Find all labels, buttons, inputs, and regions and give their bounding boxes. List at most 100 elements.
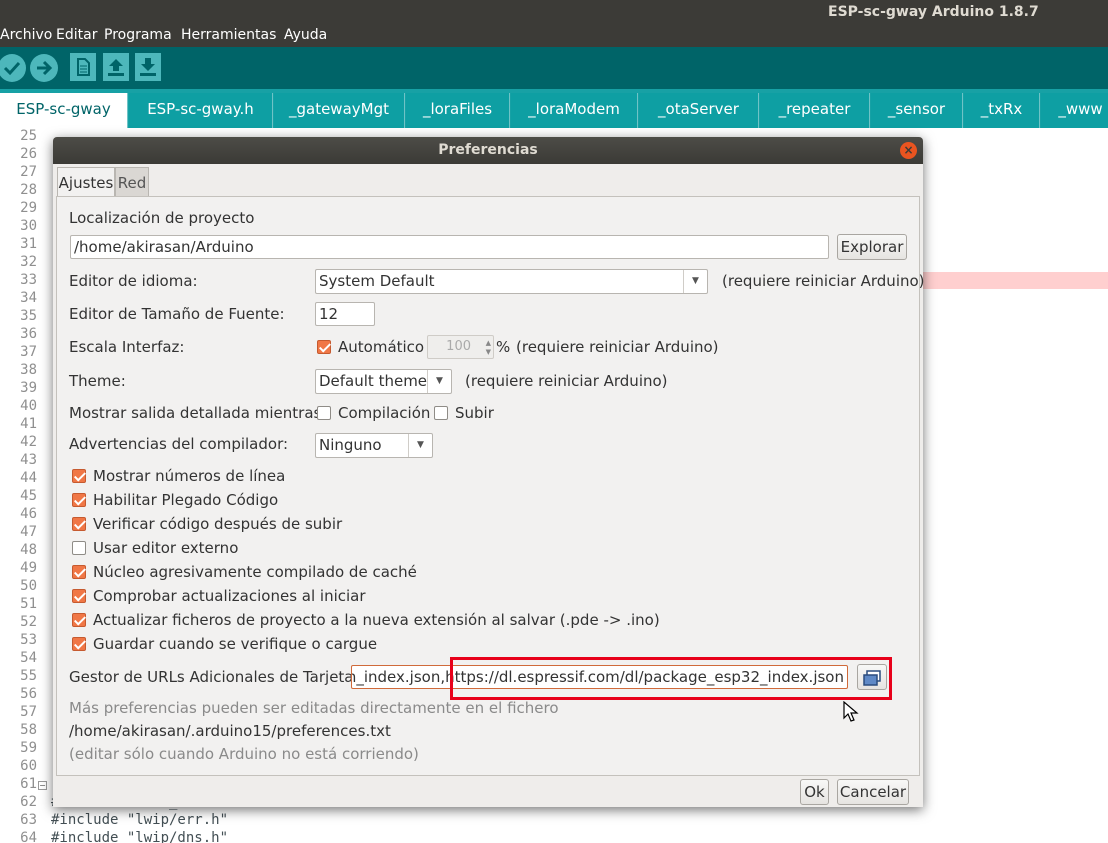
show-line-numbers-checkbox[interactable] — [72, 469, 86, 483]
code-line: #include "lwip/err.h" — [51, 812, 229, 828]
fold-toggle-icon[interactable]: − — [38, 781, 47, 790]
menu-ayuda[interactable]: Ayuda — [284, 27, 327, 43]
line-number: 54 — [20, 650, 37, 666]
tab-lora-files[interactable]: _loraFiles — [406, 93, 510, 128]
font-size-field[interactable]: 12 — [315, 302, 375, 326]
line-number: 58 — [20, 722, 37, 738]
sketchbook-path-field[interactable]: /home/akirasan/Arduino — [70, 235, 829, 259]
cache-core-label: Núcleo agresivamente compilado de caché — [93, 563, 417, 581]
tab-ota-server[interactable]: _otaServer — [639, 93, 759, 128]
line-number: 36 — [20, 326, 37, 342]
edit-note: (editar sólo cuando Arduino no está corr… — [69, 745, 419, 763]
menu-programa[interactable]: Programa — [104, 27, 172, 43]
font-size-label: Editor de Tamaño de Fuente: — [69, 305, 285, 323]
cache-core-checkbox[interactable] — [72, 565, 86, 579]
line-number: 40 — [20, 398, 37, 414]
tab-repeater[interactable]: _repeater — [760, 93, 870, 128]
line-number: 46 — [20, 506, 37, 522]
code-folding-checkbox[interactable] — [72, 493, 86, 507]
save-button[interactable] — [135, 53, 161, 81]
line-number: 50 — [20, 578, 37, 594]
tab-sensor[interactable]: _sensor — [871, 93, 963, 128]
tab-www[interactable]: _www — [1041, 93, 1108, 128]
upload-button[interactable] — [30, 54, 58, 82]
ok-button[interactable]: Ok — [800, 779, 829, 805]
preferences-dialog: Preferencias × Ajustes Red Localización … — [53, 137, 925, 807]
line-number: 62 — [20, 794, 37, 810]
window-title: ESP-sc-gway Arduino 1.8.7 — [828, 4, 1039, 20]
tab-txrx[interactable]: _txRx — [964, 93, 1040, 128]
line-number: 42 — [20, 434, 37, 450]
line-number: 47 — [20, 524, 37, 540]
chevron-down-icon: ▼ — [427, 370, 451, 393]
chevron-down-icon: ▼ — [408, 434, 432, 457]
language-restart-note: (requiere reiniciar Arduino) — [722, 272, 925, 290]
cancel-button[interactable]: Cancelar — [837, 779, 909, 805]
menu-editar[interactable]: Editar — [56, 27, 97, 43]
external-editor-label: Usar editor externo — [93, 539, 239, 557]
verify-after-upload-checkbox[interactable] — [72, 517, 86, 531]
verify-after-upload-label: Verificar código después de subir — [93, 515, 343, 533]
line-number: 55 — [20, 668, 37, 684]
tab-red[interactable]: Red — [115, 167, 149, 197]
menu-archivo[interactable]: Archivo — [0, 27, 52, 43]
check-updates-label: Comprobar actualizaciones al iniciar — [93, 587, 366, 605]
verbose-upload-checkbox[interactable] — [434, 406, 448, 420]
tab-lora-modem[interactable]: _loraModem — [511, 93, 638, 128]
theme-select[interactable]: Default theme ▼ — [315, 369, 452, 394]
verbose-compile-checkbox[interactable] — [317, 406, 331, 420]
line-number-gutter: 25 26 27 28 29 30 31 32 33 34 35 36 37 3… — [0, 128, 48, 843]
arduino-ide-window: ESP-sc-gway Arduino 1.8.7 Archivo Editar… — [0, 0, 1108, 843]
tab-gateway-mgt[interactable]: _gatewayMgt — [274, 93, 405, 128]
menu-herramientas[interactable]: Herramientas — [181, 27, 276, 43]
line-number: 39 — [20, 380, 37, 396]
line-number: 28 — [20, 182, 37, 198]
spin-up-icon[interactable]: ▲ — [481, 339, 491, 347]
line-number: 27 — [20, 164, 37, 180]
sketchbook-label: Localización de proyecto — [69, 209, 255, 227]
line-number: 63 — [20, 812, 37, 828]
language-select[interactable]: System Default ▼ — [315, 269, 708, 294]
dialog-titlebar[interactable]: Preferencias × — [53, 137, 923, 164]
line-number: 53 — [20, 632, 37, 648]
dialog-title: Preferencias — [438, 142, 538, 158]
line-number: 61 — [20, 776, 37, 792]
scale-restart-note: (requiere reiniciar Arduino) — [516, 338, 719, 356]
scale-auto-checkbox[interactable] — [317, 340, 331, 354]
verify-button[interactable] — [0, 54, 26, 82]
warnings-value: Ninguno — [319, 436, 382, 454]
spin-down-icon[interactable]: ▼ — [481, 348, 491, 356]
external-editor-checkbox[interactable] — [72, 541, 86, 555]
scale-label: Escala Interfaz: — [69, 338, 185, 356]
check-updates-checkbox[interactable] — [72, 589, 86, 603]
save-on-verify-label: Guardar cuando se verifique o cargue — [93, 635, 378, 653]
theme-restart-note: (requiere reiniciar Arduino) — [465, 372, 668, 390]
error-line-highlight — [920, 272, 1108, 289]
language-value: System Default — [319, 272, 435, 290]
mouse-cursor-icon — [843, 701, 859, 722]
tab-esp-sc-gway-h[interactable]: ESP-sc-gway.h — [129, 93, 273, 128]
browse-button[interactable]: Explorar — [837, 234, 907, 260]
code-folding-label: Habilitar Plegado Código — [93, 491, 279, 509]
scale-spinner[interactable]: 100 ▲ ▼ — [427, 335, 494, 359]
line-number: 43 — [20, 452, 37, 468]
verbose-label: Mostrar salida detallada mientras: — [69, 404, 327, 422]
verbose-compile-label: Compilación — [338, 404, 431, 422]
save-on-verify-checkbox[interactable] — [72, 637, 86, 651]
line-number: 31 — [20, 236, 37, 252]
theme-label: Theme: — [69, 372, 126, 390]
line-number: 26 — [20, 146, 37, 162]
open-button[interactable] — [103, 53, 129, 81]
window-titlebar: ESP-sc-gway Arduino 1.8.7 — [0, 0, 1108, 26]
line-number: 32 — [20, 254, 37, 270]
new-button[interactable] — [70, 53, 96, 81]
update-extension-checkbox[interactable] — [72, 613, 86, 627]
close-icon[interactable]: × — [900, 142, 917, 159]
tab-esp-sc-gway[interactable]: ESP-sc-gway — [0, 93, 128, 128]
board-urls-label: Gestor de URLs Adicionales de Tarjetas: — [69, 668, 367, 686]
more-prefs-note: Más preferencias pueden ser editadas dir… — [69, 699, 559, 717]
warnings-select[interactable]: Ninguno ▼ — [315, 433, 433, 458]
line-number: 56 — [20, 686, 37, 702]
tab-ajustes[interactable]: Ajustes — [57, 167, 115, 197]
menu-bar: Archivo Editar Programa Herramientas Ayu… — [0, 26, 1108, 47]
